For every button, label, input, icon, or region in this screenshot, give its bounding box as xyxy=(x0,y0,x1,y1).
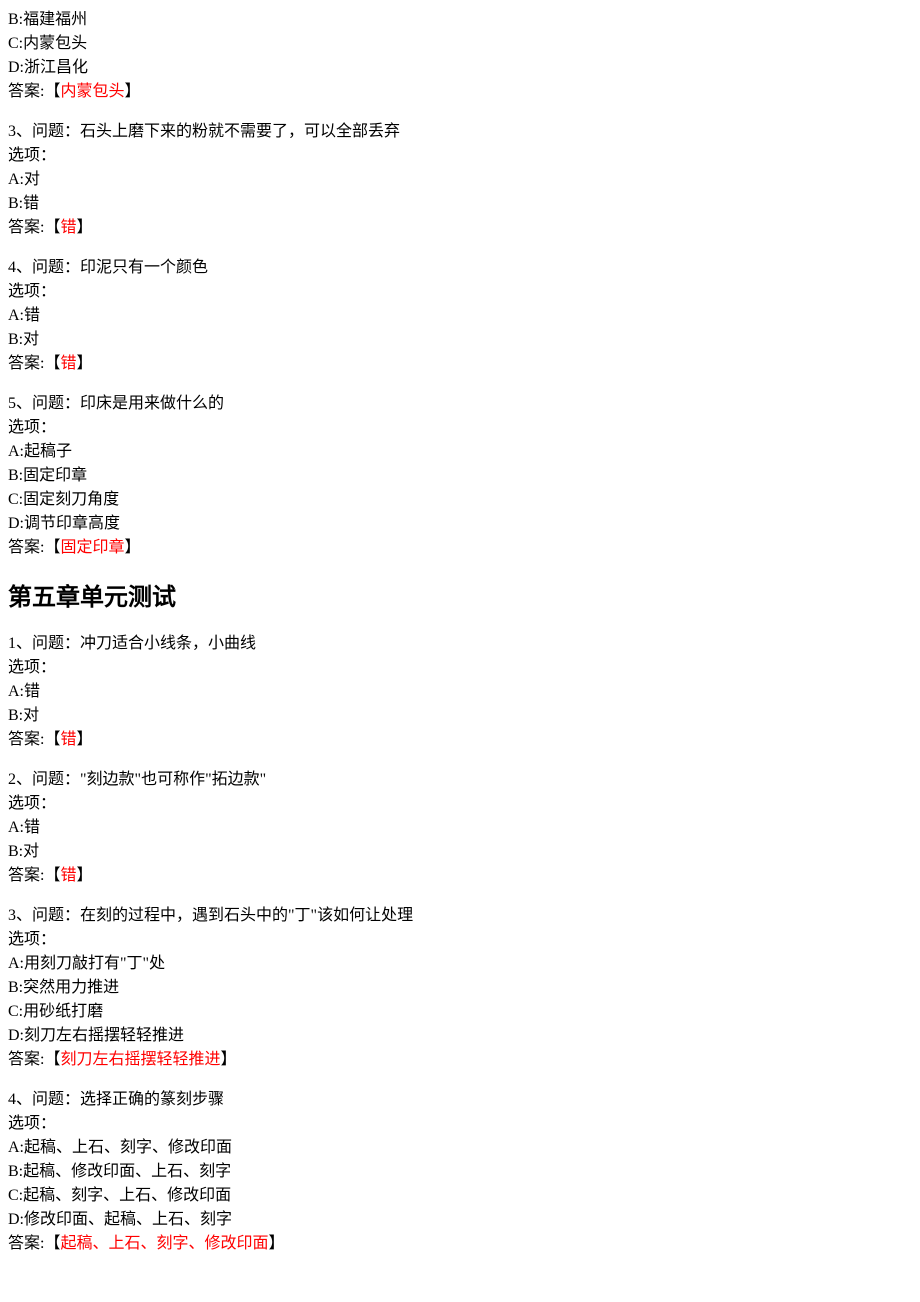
bracket-open: 【 xyxy=(44,355,60,372)
option-line: D:调节印章高度 xyxy=(8,512,912,536)
question-line: 5、问题：印床是用来做什么的 xyxy=(8,392,912,416)
option-line: D:修改印面、起稿、上石、刻字 xyxy=(8,1208,912,1232)
answer-label: 答案: xyxy=(8,355,44,372)
answer-line: 答案:【固定印章】 xyxy=(8,536,912,560)
bracket-close: 】 xyxy=(124,539,140,556)
answer-text: 起稿、上石、刻字、修改印面 xyxy=(60,1235,268,1252)
option-line: A:起稿子 xyxy=(8,440,912,464)
bracket-close: 】 xyxy=(76,355,92,372)
answer-line: 答案:【错】 xyxy=(8,352,912,376)
bracket-close: 】 xyxy=(76,731,92,748)
options-label: 选项： xyxy=(8,928,912,952)
bracket-close: 】 xyxy=(268,1235,284,1252)
answer-text: 内蒙包头 xyxy=(60,83,124,100)
chapter-title: 第五章单元测试 xyxy=(8,580,912,616)
question-line: 3、问题：在刻的过程中，遇到石头中的"丁"该如何让处理 xyxy=(8,904,912,928)
option-line: A:错 xyxy=(8,816,912,840)
options-label: 选项： xyxy=(8,416,912,440)
option-line: B:福建福州 xyxy=(8,8,912,32)
question-line: 4、问题：选择正确的篆刻步骤 xyxy=(8,1088,912,1112)
answer-text: 固定印章 xyxy=(60,539,124,556)
answer-label: 答案: xyxy=(8,219,44,236)
options-label: 选项： xyxy=(8,280,912,304)
question-fragment: B:福建福州 C:内蒙包头 D:浙江昌化 答案:【内蒙包头】 xyxy=(8,8,912,104)
answer-line: 答案:【内蒙包头】 xyxy=(8,80,912,104)
answer-label: 答案: xyxy=(8,539,44,556)
option-line: C:内蒙包头 xyxy=(8,32,912,56)
answer-label: 答案: xyxy=(8,1051,44,1068)
options-label: 选项： xyxy=(8,792,912,816)
option-line: B:起稿、修改印面、上石、刻字 xyxy=(8,1160,912,1184)
question-block: 3、问题：石头上磨下来的粉就不需要了，可以全部丢弃选项：A:对B:错答案:【错】 xyxy=(8,120,912,240)
question-line: 2、问题："刻边款"也可称作"拓边款" xyxy=(8,768,912,792)
question-block: 4、问题：选择正确的篆刻步骤选项：A:起稿、上石、刻字、修改印面B:起稿、修改印… xyxy=(8,1088,912,1256)
option-line: A:对 xyxy=(8,168,912,192)
pre-chapter-questions: 3、问题：石头上磨下来的粉就不需要了，可以全部丢弃选项：A:对B:错答案:【错】… xyxy=(8,120,912,560)
bracket-close: 】 xyxy=(220,1051,236,1068)
answer-label: 答案: xyxy=(8,83,44,100)
options-label: 选项： xyxy=(8,1112,912,1136)
option-line: A:错 xyxy=(8,680,912,704)
question-line: 3、问题：石头上磨下来的粉就不需要了，可以全部丢弃 xyxy=(8,120,912,144)
option-line: B:错 xyxy=(8,192,912,216)
option-line: B:突然用力推进 xyxy=(8,976,912,1000)
question-line: 1、问题：冲刀适合小线条，小曲线 xyxy=(8,632,912,656)
bracket-open: 【 xyxy=(44,731,60,748)
options-label: 选项： xyxy=(8,656,912,680)
option-line: A:用刻刀敲打有"丁"处 xyxy=(8,952,912,976)
bracket-close: 】 xyxy=(124,83,140,100)
answer-text: 错 xyxy=(60,219,76,236)
options-label: 选项： xyxy=(8,144,912,168)
option-line: D:浙江昌化 xyxy=(8,56,912,80)
bracket-open: 【 xyxy=(44,83,60,100)
bracket-open: 【 xyxy=(44,1235,60,1252)
bracket-open: 【 xyxy=(44,539,60,556)
answer-text: 错 xyxy=(60,355,76,372)
question-block: 3、问题：在刻的过程中，遇到石头中的"丁"该如何让处理选项：A:用刻刀敲打有"丁… xyxy=(8,904,912,1072)
option-line: C:用砂纸打磨 xyxy=(8,1000,912,1024)
chapter-questions: 1、问题：冲刀适合小线条，小曲线选项：A:错B:对答案:【错】2、问题："刻边款… xyxy=(8,632,912,1256)
answer-text: 错 xyxy=(60,731,76,748)
answer-text: 刻刀左右摇摆轻轻推进 xyxy=(60,1051,220,1068)
question-block: 5、问题：印床是用来做什么的选项：A:起稿子B:固定印章C:固定刻刀角度D:调节… xyxy=(8,392,912,560)
option-line: C:固定刻刀角度 xyxy=(8,488,912,512)
question-block: 2、问题："刻边款"也可称作"拓边款"选项：A:错B:对答案:【错】 xyxy=(8,768,912,888)
bracket-close: 】 xyxy=(76,219,92,236)
bracket-open: 【 xyxy=(44,867,60,884)
option-line: C:起稿、刻字、上石、修改印面 xyxy=(8,1184,912,1208)
answer-label: 答案: xyxy=(8,1235,44,1252)
bracket-open: 【 xyxy=(44,219,60,236)
option-line: D:刻刀左右摇摆轻轻推进 xyxy=(8,1024,912,1048)
option-line: B:对 xyxy=(8,840,912,864)
answer-line: 答案:【错】 xyxy=(8,216,912,240)
answer-line: 答案:【错】 xyxy=(8,728,912,752)
answer-line: 答案:【错】 xyxy=(8,864,912,888)
option-line: B:固定印章 xyxy=(8,464,912,488)
option-line: A:起稿、上石、刻字、修改印面 xyxy=(8,1136,912,1160)
option-line: B:对 xyxy=(8,704,912,728)
answer-line: 答案:【刻刀左右摇摆轻轻推进】 xyxy=(8,1048,912,1072)
question-block: 4、问题：印泥只有一个颜色选项：A:错B:对答案:【错】 xyxy=(8,256,912,376)
answer-label: 答案: xyxy=(8,867,44,884)
answer-label: 答案: xyxy=(8,731,44,748)
answer-line: 答案:【起稿、上石、刻字、修改印面】 xyxy=(8,1232,912,1256)
bracket-open: 【 xyxy=(44,1051,60,1068)
option-line: A:错 xyxy=(8,304,912,328)
option-line: B:对 xyxy=(8,328,912,352)
question-line: 4、问题：印泥只有一个颜色 xyxy=(8,256,912,280)
answer-text: 错 xyxy=(60,867,76,884)
question-block: 1、问题：冲刀适合小线条，小曲线选项：A:错B:对答案:【错】 xyxy=(8,632,912,752)
bracket-close: 】 xyxy=(76,867,92,884)
